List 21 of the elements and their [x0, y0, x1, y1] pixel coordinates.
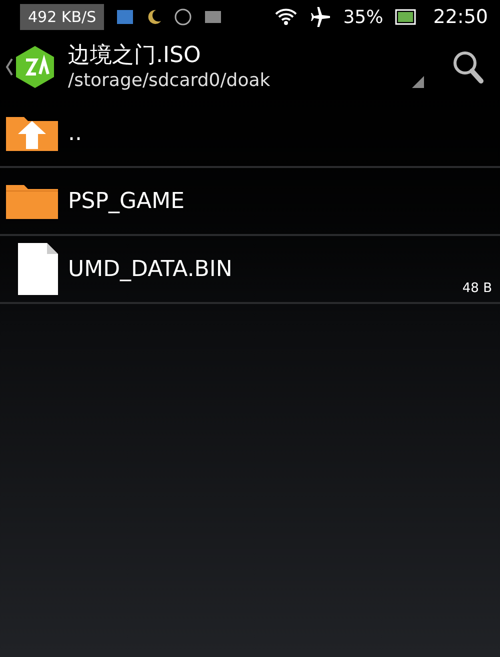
window-title: 边境之门.ISO: [68, 42, 202, 70]
file-name: PSP_GAME: [68, 188, 184, 216]
wifi-icon: [275, 8, 298, 26]
app-logo-icon: [14, 45, 56, 89]
airplane-icon: [309, 7, 332, 27]
battery-percent: 35%: [343, 6, 384, 30]
app-home-button[interactable]: [4, 45, 56, 89]
file-row[interactable]: ..: [0, 100, 500, 168]
current-path: /storage/sdcard0/doak: [68, 70, 270, 92]
file-row[interactable]: UMD_DATA.BIN 48 B: [0, 236, 500, 304]
file-name: UMD_DATA.BIN: [68, 256, 232, 284]
file-row[interactable]: PSP_GAME: [0, 168, 500, 236]
search-icon[interactable]: [452, 50, 484, 84]
moon-icon: [146, 9, 162, 25]
clock: 22:50: [433, 4, 488, 30]
file-name: ..: [68, 120, 82, 148]
battery-icon: [395, 9, 418, 25]
back-caret-icon: [4, 57, 14, 77]
network-speed: 492 KB/S: [20, 4, 104, 30]
file-size: 48 B: [462, 280, 492, 298]
dropdown-triangle-icon[interactable]: [412, 76, 424, 88]
